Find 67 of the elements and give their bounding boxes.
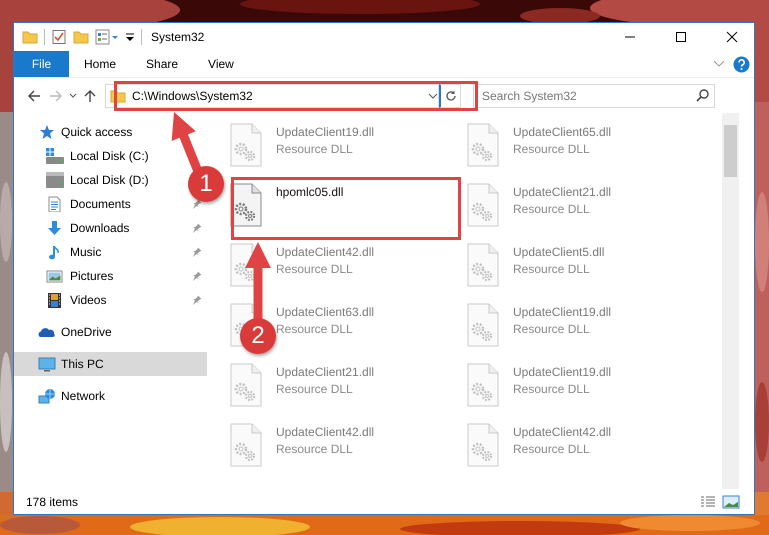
ribbon-tab[interactable]: View [193, 51, 249, 77]
details-view-icon[interactable] [700, 494, 716, 508]
file-name: UpdateClient42.dll [513, 425, 612, 439]
sidebar-item[interactable]: Quick access [14, 120, 132, 144]
drive-icon [46, 172, 64, 188]
ribbon-tab[interactable]: Share [131, 51, 194, 77]
window-title: System32 [151, 30, 206, 44]
file-name: UpdateClient21.dll [276, 365, 374, 379]
file-type: Resource DLL [276, 442, 354, 456]
address-path: C:\Windows\System32 [132, 88, 254, 102]
up-arrow-icon [83, 88, 97, 102]
file-name: UpdateClient19.dll [513, 305, 612, 319]
drive-icon [46, 148, 64, 164]
file-type: Resource DLL [513, 202, 591, 216]
sidebar-item[interactable]: Local Disk (D:) [14, 168, 149, 192]
file-name: UpdateClient19.dll [513, 365, 612, 379]
expand-ribbon-icon[interactable] [713, 59, 725, 69]
properties-icon[interactable] [95, 29, 119, 45]
file-type: Resource DLL [513, 322, 591, 336]
sidebar-item[interactable]: OneDrive [14, 320, 112, 344]
sidebar-item[interactable]: Music [14, 240, 102, 264]
file-name: UpdateClient63.dll [276, 305, 374, 319]
close-icon [726, 31, 738, 43]
file-name: UpdateClient42.dll [276, 245, 374, 259]
scrollbar-thumb[interactable] [724, 125, 737, 177]
checklist-icon[interactable] [51, 29, 67, 45]
file-menu-button[interactable]: File [14, 51, 69, 77]
file-type: Resource DLL [513, 142, 591, 156]
sidebar-item[interactable]: Videos [14, 288, 106, 312]
file-type: Resource DLL [276, 142, 354, 156]
file-type: Resource DLL [513, 262, 591, 276]
forward-arrow-icon [49, 88, 63, 102]
sidebar-item[interactable]: This PC [14, 352, 207, 376]
file-name: UpdateClient65.dll [513, 125, 612, 139]
monitor-icon [38, 356, 56, 372]
address-bar[interactable]: C:\Windows\System32 [105, 84, 439, 108]
file-name: hpomlc05.dll [276, 185, 344, 199]
file-name: UpdateClient19.dll [276, 125, 374, 139]
down-arrow-icon [46, 220, 64, 236]
file-type: Resource DLL [513, 442, 591, 456]
file-type: Resource DLL [276, 322, 354, 336]
network-icon [38, 388, 56, 404]
sidebar-item[interactable]: Local Disk (C:) [14, 144, 149, 168]
sidebar-item[interactable]: Documents [14, 192, 131, 216]
file-name: UpdateClient42.dll [276, 425, 374, 439]
sidebar-item[interactable]: Downloads [14, 216, 130, 240]
chevron-down-icon [69, 92, 77, 98]
maximize-icon [674, 31, 686, 43]
sidebar-item[interactable]: Network [14, 384, 106, 408]
help-icon[interactable] [733, 56, 750, 72]
refresh-button[interactable] [439, 84, 461, 108]
file-type: Resource DLL [513, 382, 591, 396]
sidebar-item[interactable]: Pictures [14, 264, 114, 288]
item-count: 178 items [26, 494, 78, 508]
chevron-down-icon[interactable] [428, 92, 438, 98]
file-type: Resource DLL [276, 382, 354, 396]
file-name: UpdateClient21.dll [513, 185, 612, 199]
refresh-icon [444, 90, 456, 102]
star-icon [38, 124, 56, 140]
file-name: UpdateClient5.dll [513, 245, 604, 259]
back-arrow-icon [27, 88, 41, 102]
file-type: Resource DLL [276, 262, 354, 276]
scrollbar[interactable] [722, 113, 739, 489]
large-icons-view-icon[interactable] [722, 494, 740, 508]
picture-icon [46, 268, 64, 284]
ribbon-tab[interactable]: Home [69, 51, 132, 77]
film-strip-icon [46, 292, 64, 308]
